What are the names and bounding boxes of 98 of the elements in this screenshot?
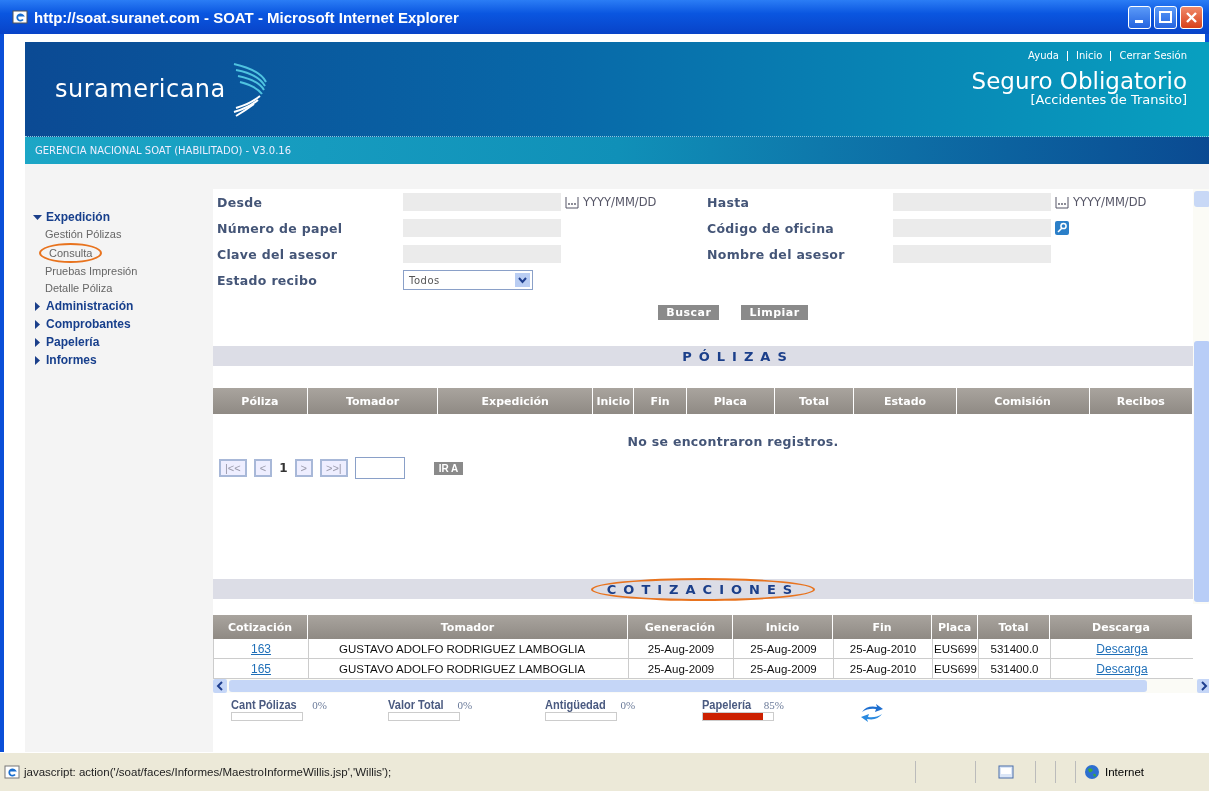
table-cell: 531400.0 — [978, 639, 1050, 658]
column-header: Póliza — [213, 388, 308, 414]
column-header: Fin — [634, 388, 687, 414]
submenu-item[interactable]: Consulta — [39, 243, 103, 263]
product-title: Seguro Obligatorio — [971, 69, 1187, 93]
form-button[interactable]: Limpiar — [741, 305, 808, 320]
column-header: Total — [774, 388, 855, 414]
meter-label: Papelería — [702, 697, 752, 712]
minimize-button[interactable] — [1128, 5, 1151, 29]
scroll-up-button[interactable] — [1194, 191, 1209, 207]
product-subtitle: [Accidentes de Transito] — [1030, 93, 1187, 106]
column-header: Cotización — [213, 615, 308, 639]
column-header: Tomador — [308, 615, 628, 639]
maximize-button[interactable] — [1154, 5, 1177, 29]
column-header: Tomador — [307, 388, 439, 414]
field-label: Clave del asesor — [216, 246, 339, 262]
column-header: Descarga — [1050, 615, 1193, 639]
column-header: Expedición — [438, 388, 593, 414]
globe-icon — [1084, 764, 1100, 780]
menu-item[interactable]: Papelería — [46, 335, 100, 349]
table-cell: 25-Aug-2010 — [833, 659, 932, 678]
scroll-thumb[interactable] — [229, 680, 1147, 692]
menu-item[interactable]: Administración — [46, 299, 134, 313]
field-label: Código de oficina — [706, 220, 836, 236]
table-cell: GUSTAVO ADOLFO RODRIGUEZ LAMBOGLIA — [308, 659, 628, 678]
window-icon — [997, 765, 1014, 779]
form-button[interactable]: Buscar — [658, 305, 720, 320]
status-dropdown[interactable]: Todos — [403, 270, 533, 290]
menu-item[interactable]: Comprobantes — [46, 317, 131, 331]
maximize-icon — [1159, 10, 1172, 23]
download-link[interactable]: Descarga — [1096, 661, 1148, 676]
scroll-left-icon — [213, 679, 227, 693]
quote-link[interactable]: 163 — [251, 641, 271, 656]
section-title: PÓLIZAS — [681, 348, 795, 364]
empty-message: No se encontraron registros. — [626, 434, 840, 449]
table-cell: EUS699 — [932, 639, 978, 658]
meter-reading: 0% — [457, 699, 473, 711]
version-text: GERENCIA NACIONAL SOAT (HABILITADO) - V3.0.16 — [35, 145, 292, 156]
field-label: Hasta — [706, 194, 751, 210]
scroll-thumb[interactable] — [1194, 341, 1209, 602]
column-header: Inicio — [593, 388, 635, 414]
submenu-item[interactable]: Detalle Póliza — [33, 280, 113, 297]
close-button[interactable] — [1180, 5, 1203, 29]
header-link[interactable]: Cerrar Sesión — [1119, 50, 1187, 61]
submenu-item[interactable]: Pruebas Impresión — [33, 263, 138, 280]
minimize-icon — [1135, 19, 1143, 23]
field-label: Estado recibo — [216, 272, 319, 288]
meter-label: Valor Total — [388, 697, 444, 712]
scroll-right-icon — [1197, 679, 1209, 693]
brand-logo-text: suramericana — [55, 75, 226, 103]
table-cell: 25-Aug-2009 — [733, 659, 833, 678]
column-header: Estado — [854, 388, 957, 414]
date-format-hint: YYYY/MM/DD — [583, 195, 657, 209]
table-cell: EUS699 — [932, 659, 978, 678]
table-cell: GUSTAVO ADOLFO RODRIGUEZ LAMBOGLIA — [308, 639, 628, 658]
go-button[interactable]: IR A — [433, 461, 464, 475]
table-cell: 25-Aug-2009 — [628, 639, 733, 658]
window-title: http://soat.suranet.com - SOAT - Microsoft Internet Explorer — [34, 8, 460, 26]
close-icon — [1185, 11, 1198, 23]
field-label: Número de papel — [216, 220, 344, 236]
column-header: Generación — [628, 615, 733, 639]
column-header: Inicio — [733, 615, 833, 639]
meter-reading: 0% — [620, 699, 636, 711]
page-icon — [12, 9, 28, 25]
page-icon — [4, 764, 20, 780]
meter-label: Cant Pólizas — [231, 697, 297, 712]
horizontal-scrollbar[interactable] — [213, 679, 1209, 693]
download-link[interactable]: Descarga — [1096, 641, 1148, 656]
vertical-scrollbar[interactable] — [1193, 189, 1209, 604]
header-link[interactable]: Ayuda — [1028, 50, 1059, 61]
menu-item[interactable]: Expedición — [46, 210, 110, 224]
column-header: Placa — [932, 615, 978, 639]
column-header: Total — [978, 615, 1050, 639]
table-cell: 531400.0 — [978, 659, 1050, 678]
page-input-field[interactable] — [354, 457, 405, 479]
section-title: COTIZACIONES — [590, 577, 816, 601]
status-text: javascript: action('/soat/faces/Informes/MaestroInformeWillis.jsp','Willis'); — [24, 766, 392, 778]
table-cell: 25-Aug-2009 — [628, 659, 733, 678]
zone-text: Internet — [1105, 766, 1144, 778]
field-label: Desde — [216, 194, 264, 210]
menu-item[interactable]: Informes — [46, 353, 97, 367]
column-header: Fin — [833, 615, 932, 639]
header-link[interactable]: Inicio — [1076, 50, 1103, 61]
submenu-item[interactable]: Gestión Pólizas — [33, 226, 122, 243]
meter-reading: 85% — [763, 699, 784, 711]
column-header: Placa — [686, 388, 775, 414]
page-number: 1 — [279, 461, 288, 475]
meter-reading: 0% — [312, 699, 327, 711]
table-cell: 25-Aug-2010 — [833, 639, 932, 658]
column-header: Recibos — [1089, 388, 1193, 414]
quote-link[interactable]: 165 — [251, 661, 271, 676]
field-label: Nombre del asesor — [706, 246, 846, 262]
date-format-hint: YYYY/MM/DD — [1073, 195, 1147, 209]
calendar-button-icon — [1055, 195, 1069, 209]
table-cell: 25-Aug-2009 — [733, 639, 833, 658]
column-header: Comisión — [956, 388, 1090, 414]
meter-label: Antigüedad — [545, 697, 606, 712]
calendar-button-icon — [565, 195, 579, 209]
